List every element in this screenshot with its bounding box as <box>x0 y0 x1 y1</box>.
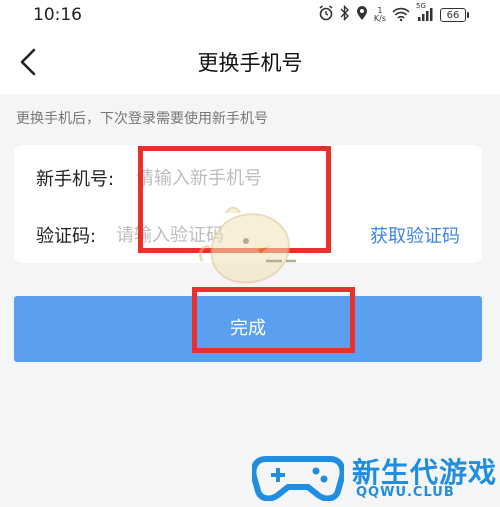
wifi-icon <box>392 6 410 25</box>
battery-icon: 66 <box>440 8 469 22</box>
status-bar: 10:16 1 K/s 5G 66 <box>0 0 500 30</box>
new-phone-input[interactable] <box>136 165 446 191</box>
bluetooth-icon <box>340 4 350 25</box>
alarm-icon <box>318 5 334 25</box>
status-icons: 1 K/s 5G 66 <box>318 2 469 25</box>
network-type: 5G <box>416 1 426 10</box>
gamepad-logo-icon <box>252 456 344 501</box>
speed-unit: K/s <box>373 14 386 23</box>
phone-form-card: 新手机号: 验证码: 获取验证码 <box>14 145 482 263</box>
title-bar: 更换手机号 <box>0 30 500 94</box>
get-code-button[interactable]: 获取验证码 <box>370 222 460 248</box>
location-icon <box>356 5 368 25</box>
battery-level: 66 <box>446 10 460 21</box>
done-button[interactable]: 完成 <box>14 296 482 362</box>
watermark-subtitle: QQWU.CLUB <box>356 485 455 500</box>
site-watermark: 新生代游戏 QQWU.CLUB <box>248 447 500 507</box>
status-time: 10:16 <box>33 5 82 25</box>
verification-code-input[interactable] <box>116 222 316 248</box>
signal-icon: 5G <box>416 2 434 25</box>
page-title: 更换手机号 <box>197 51 303 75</box>
new-phone-label: 新手机号: <box>36 169 115 190</box>
code-label: 验证码: <box>36 226 97 247</box>
hint-text: 更换手机后，下次登录需要使用新手机号 <box>16 111 268 127</box>
network-speed: 1 K/s <box>374 7 386 23</box>
